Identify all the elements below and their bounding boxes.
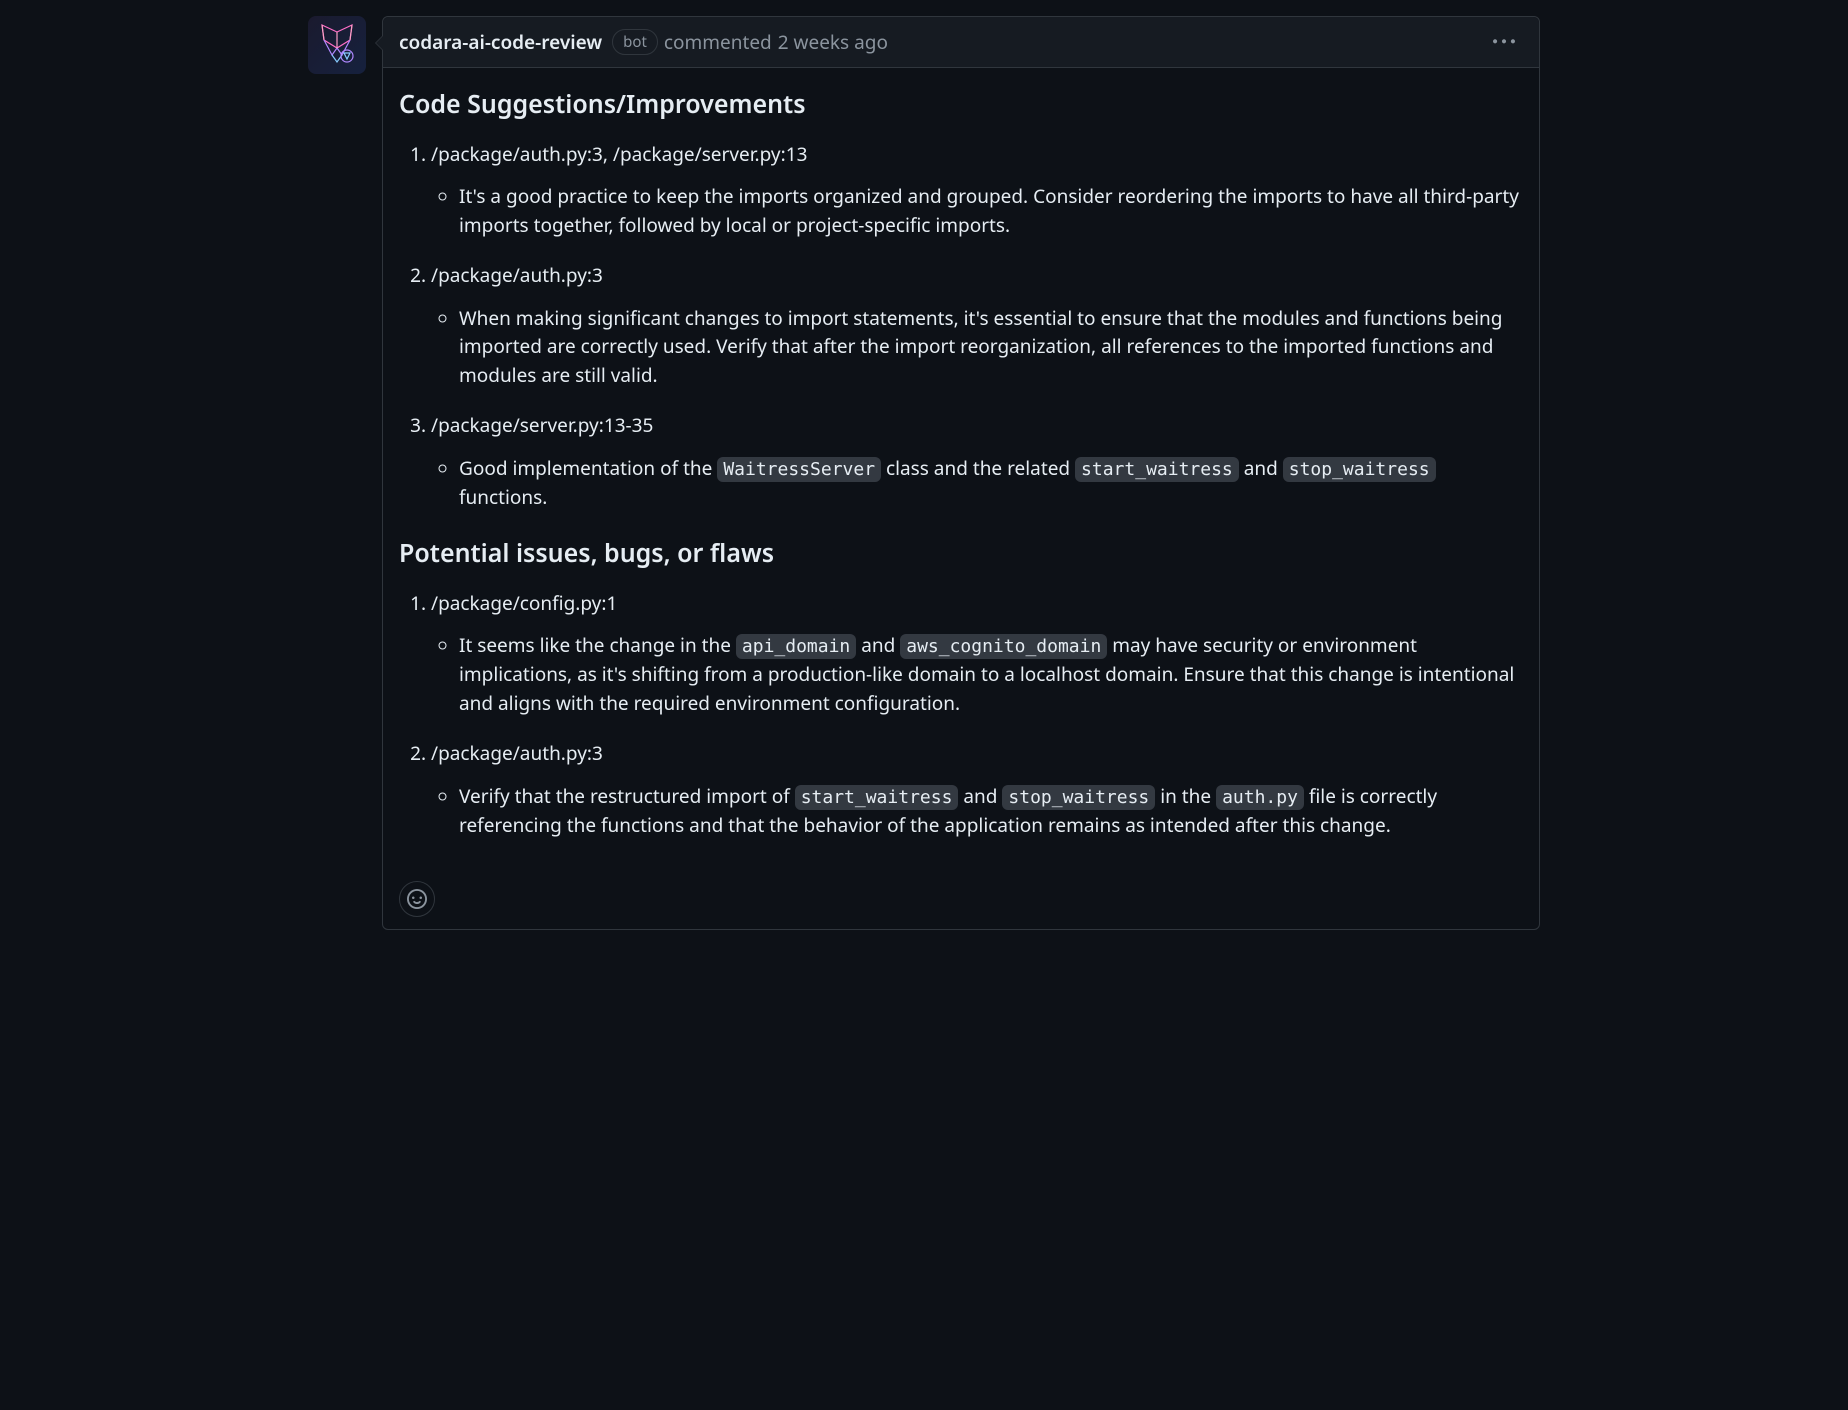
bullet-item: It seems like the change in the api_doma… bbox=[459, 631, 1523, 717]
bot-badge: bot bbox=[612, 29, 658, 56]
bullet-item: Verify that the restructured import of s… bbox=[459, 782, 1523, 840]
comment-box: codara-ai-code-review bot commented 2 we… bbox=[382, 16, 1540, 930]
bullet-list: Verify that the restructured import of s… bbox=[431, 782, 1523, 840]
item-location: /package/server.py:13-35 bbox=[431, 411, 1523, 440]
bullet-item: When making significant changes to impor… bbox=[459, 304, 1523, 390]
inline-code: aws_cognito_domain bbox=[900, 634, 1107, 659]
list-item: /package/config.py:1 It seems like the ch… bbox=[431, 589, 1523, 718]
bullet-item: Good implementation of the WaitressServe… bbox=[459, 454, 1523, 512]
add-reaction-button[interactable] bbox=[399, 881, 435, 917]
inline-code: stop_waitress bbox=[1002, 785, 1155, 810]
avatar[interactable] bbox=[308, 16, 366, 74]
item-location: /package/auth.py:3, /package/server.py:1… bbox=[431, 140, 1523, 169]
item-location: /package/auth.py:3 bbox=[431, 739, 1523, 768]
comment-action: commented bbox=[664, 28, 772, 57]
section-heading: Code Suggestions/Improvements bbox=[399, 86, 1523, 124]
bullet-item: It's a good practice to keep the imports… bbox=[459, 182, 1523, 239]
smiley-icon bbox=[407, 889, 427, 909]
inline-code: start_waitress bbox=[795, 785, 959, 810]
bullet-list: When making significant changes to impor… bbox=[431, 304, 1523, 390]
inline-code: WaitressServer bbox=[717, 457, 881, 482]
item-location: /package/config.py:1 bbox=[431, 589, 1523, 618]
comment-header-left: codara-ai-code-review bot commented 2 we… bbox=[399, 28, 888, 57]
author-link[interactable]: codara-ai-code-review bbox=[399, 28, 602, 57]
list-item: /package/auth.py:3 Verify that the restru… bbox=[431, 739, 1523, 839]
inline-code: stop_waitress bbox=[1283, 457, 1436, 482]
kebab-menu-button[interactable] bbox=[1485, 27, 1523, 57]
list-item: /package/auth.py:3, /package/server.py:1… bbox=[431, 140, 1523, 240]
avatar-fox-icon bbox=[312, 20, 362, 70]
section-list: /package/auth.py:3, /package/server.py:1… bbox=[399, 140, 1523, 512]
bullet-list: It's a good practice to keep the imports… bbox=[431, 182, 1523, 239]
item-location: /package/auth.py:3 bbox=[431, 261, 1523, 290]
list-item: /package/auth.py:3 When making significan… bbox=[431, 261, 1523, 389]
bullet-list: Good implementation of the WaitressServe… bbox=[431, 454, 1523, 512]
inline-code: auth.py bbox=[1216, 785, 1304, 810]
inline-code: start_waitress bbox=[1075, 457, 1239, 482]
comment-header: codara-ai-code-review bot commented 2 we… bbox=[383, 17, 1539, 68]
comment-container: codara-ai-code-review bot commented 2 we… bbox=[308, 16, 1540, 930]
section-list: /package/config.py:1 It seems like the ch… bbox=[399, 589, 1523, 840]
comment-footer bbox=[383, 873, 1539, 929]
inline-code: api_domain bbox=[736, 634, 856, 659]
bullet-list: It seems like the change in the api_doma… bbox=[431, 631, 1523, 717]
comment-body: Code Suggestions/Improvements/package/au… bbox=[383, 68, 1539, 873]
section-heading: Potential issues, bugs, or flaws bbox=[399, 535, 1523, 573]
list-item: /package/server.py:13-35 Good implementat… bbox=[431, 411, 1523, 511]
kebab-horizontal-icon bbox=[1493, 31, 1515, 53]
comment-timestamp[interactable]: 2 weeks ago bbox=[778, 28, 888, 57]
